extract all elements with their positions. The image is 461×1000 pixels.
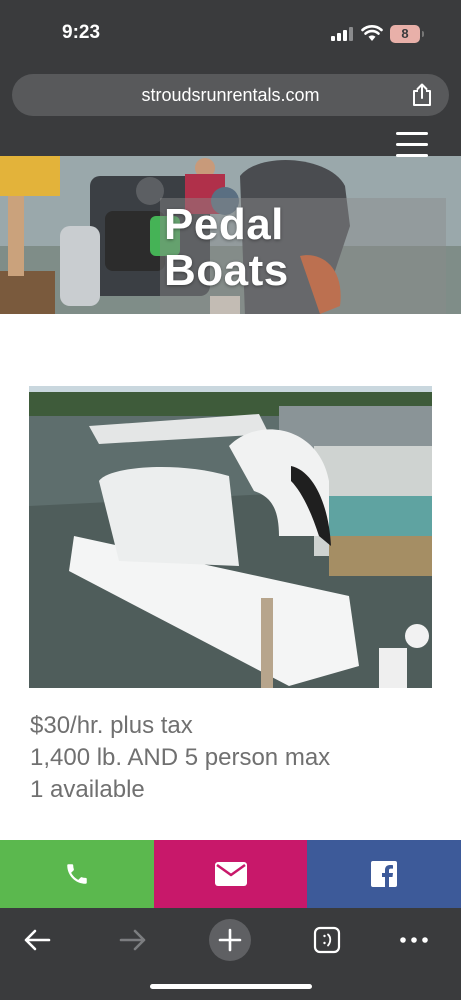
mail-icon	[214, 862, 247, 886]
address-bar[interactable]: stroudsrunrentals.com	[12, 74, 449, 116]
page-title-line-2: Boats	[164, 246, 289, 295]
tabs-button[interactable]	[305, 918, 349, 962]
share-icon[interactable]	[411, 83, 433, 107]
site-nav-bar	[0, 128, 461, 156]
forward-arrow-icon	[119, 929, 146, 951]
back-button[interactable]	[15, 918, 59, 962]
contact-bar	[0, 840, 461, 908]
hero-banner: Pedal Boats	[0, 156, 461, 314]
facebook-button[interactable]	[307, 840, 461, 908]
page-title: Pedal Boats	[164, 202, 344, 294]
call-button[interactable]	[0, 840, 154, 908]
page-title-line-1: Pedal	[164, 200, 284, 249]
status-bar: 9:23 8	[0, 0, 461, 68]
forward-button[interactable]	[111, 918, 155, 962]
facebook-icon	[371, 861, 398, 887]
capacity-text: 1,400 lb. AND 5 person max	[30, 744, 331, 771]
product-details: $30/hr. plus tax 1,400 lb. AND 5 person …	[30, 710, 330, 806]
menu-hamburger-icon[interactable]	[396, 132, 428, 160]
tabs-icon	[313, 926, 341, 954]
url-text[interactable]: stroudsrunrentals.com	[12, 74, 449, 116]
more-button[interactable]	[392, 918, 436, 962]
new-tab-button[interactable]	[208, 918, 252, 962]
more-icon	[400, 937, 428, 943]
cellular-signal-icon	[331, 27, 355, 41]
battery-icon: 8	[390, 25, 424, 43]
price-text: $30/hr. plus tax	[30, 712, 193, 739]
home-indicator[interactable]	[150, 984, 312, 989]
boat-photo-illustration	[29, 386, 432, 688]
new-tab-plus-icon	[209, 919, 251, 961]
web-page: Pedal Boats $30/hr. plus tax 1,400 lb. A…	[0, 128, 461, 908]
back-arrow-icon	[24, 929, 51, 951]
wifi-icon	[361, 25, 383, 41]
status-time: 9:23	[62, 22, 101, 43]
phone-icon	[67, 864, 87, 884]
availability-text: 1 available	[30, 776, 145, 803]
email-button[interactable]	[153, 840, 308, 908]
swan-pedal-boat-photo	[29, 386, 432, 688]
